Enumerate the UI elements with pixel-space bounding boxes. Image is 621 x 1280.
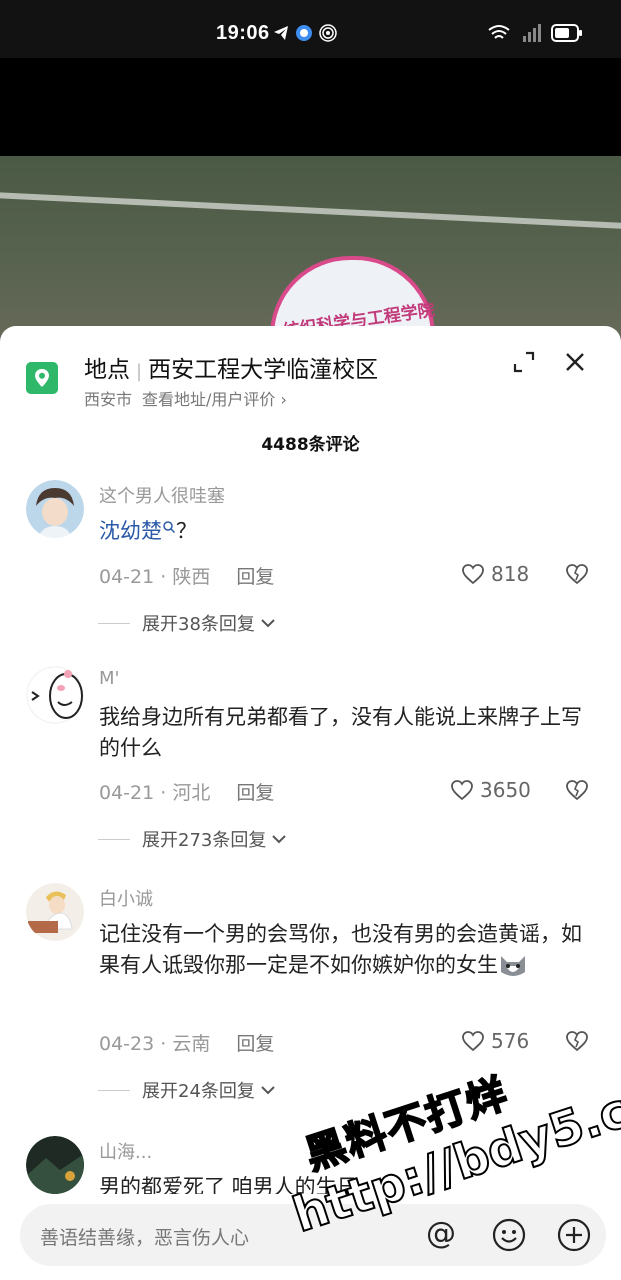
- view-address-link[interactable]: 查看地址/用户评价 ›: [142, 390, 287, 409]
- comments-count: 4488条评论: [261, 435, 360, 455]
- field-line: [0, 191, 621, 231]
- comment-text: 沈幼楚 ？: [99, 516, 589, 547]
- app-badge-icon: [296, 25, 312, 41]
- reply-button[interactable]: 回复: [236, 566, 274, 588]
- comment-username[interactable]: M': [99, 668, 119, 689]
- like-button[interactable]: 576: [461, 1029, 529, 1053]
- comment-username[interactable]: 这个男人很哇塞: [99, 482, 225, 508]
- telegram-icon: [274, 26, 288, 40]
- chevron-down-icon: [261, 1086, 275, 1095]
- wifi-icon: [488, 25, 510, 39]
- divider-dash: [98, 838, 130, 840]
- comment-username[interactable]: 白小诚: [99, 885, 153, 911]
- dislike-icon[interactable]: [565, 1029, 589, 1053]
- mention-at-icon[interactable]: @: [426, 1216, 456, 1251]
- expand-replies-label: 展开273条回复: [142, 830, 267, 851]
- location-city: 西安市: [84, 390, 133, 409]
- status-left-icons: [273, 24, 337, 42]
- divider-dash: [98, 622, 130, 624]
- expand-replies-label: 展开24条回复: [142, 1081, 255, 1102]
- close-icon[interactable]: [563, 350, 587, 374]
- expand-replies-label: 展开38条回复: [142, 614, 255, 635]
- comment-date: 04-21 · 陕西: [99, 566, 211, 588]
- comment-text-suffix: ？: [176, 519, 197, 543]
- cat-emoji-icon: [501, 956, 525, 976]
- hotspot-icon: [319, 24, 337, 42]
- heart-icon: [462, 564, 484, 585]
- like-button[interactable]: 3650: [450, 778, 531, 802]
- reply-button[interactable]: 回复: [236, 1033, 274, 1055]
- comment-date: 04-23 · 云南: [99, 1033, 211, 1055]
- dislike-icon[interactable]: [565, 778, 589, 802]
- battery-icon: [551, 24, 582, 42]
- comment-sheet: 地点 | 西安工程大学临潼校区 西安市 查看地址/用户评价 › 4488条评论 这个男…: [0, 326, 621, 1280]
- search-icon[interactable]: [162, 520, 176, 534]
- expand-replies[interactable]: 展开38条回复: [98, 610, 277, 636]
- add-icon[interactable]: [557, 1218, 591, 1252]
- divider-dash: [98, 1089, 130, 1091]
- location-pin-icon: [26, 362, 58, 394]
- like-button[interactable]: 818: [461, 562, 529, 586]
- comment-item: 白小诚 记住没有一个男的会骂你，也没有男的会造黄谣，如果有人诋毁你那一定是不如你…: [0, 883, 621, 1103]
- location-subtitle: 西安市 查看地址/用户评价 ›: [84, 386, 287, 410]
- avatar[interactable]: [26, 883, 84, 941]
- expand-icon[interactable]: [512, 350, 536, 374]
- comment-text: 男的都爱死了 咱男人的生日: [99, 1175, 358, 1194]
- mention-link[interactable]: 沈幼楚: [99, 519, 162, 543]
- like-count: 818: [491, 562, 530, 586]
- location-label: 地点: [84, 357, 130, 383]
- comment-meta: 04-21 · 河北 回复: [99, 778, 274, 805]
- avatar[interactable]: [26, 666, 84, 724]
- status-time: 19:06: [216, 22, 270, 44]
- reply-button[interactable]: 回复: [236, 782, 274, 804]
- video-player[interactable]: 纺织科学与工程学院: [0, 58, 621, 356]
- comment-input-placeholder[interactable]: 善语结善缘，恶言伤人心: [40, 1223, 249, 1250]
- comment-meta: 04-23 · 云南 回复: [99, 1029, 274, 1056]
- status-bar: 19:06: [0, 0, 621, 58]
- comment-date: 04-21 · 河北: [99, 782, 211, 804]
- location-title: 地点 | 西安工程大学临潼校区: [84, 350, 378, 384]
- chevron-down-icon: [261, 619, 275, 628]
- comment-item: 山海... 男的都爱死了 咱男人的生日: [0, 1136, 621, 1196]
- like-count: 576: [491, 1029, 530, 1053]
- signal-icon: [523, 24, 541, 42]
- like-count: 3650: [480, 778, 531, 802]
- location-name: 西安工程大学临潼校区: [148, 357, 379, 383]
- comment-input-bar[interactable]: 善语结善缘，恶言伤人心 @: [20, 1204, 606, 1266]
- avatar[interactable]: [26, 480, 84, 538]
- expand-replies[interactable]: 展开24条回复: [98, 1077, 277, 1103]
- comment-username[interactable]: 山海...: [99, 1138, 152, 1164]
- comment-text: 记住没有一个男的会骂你，也没有男的会造黄谣，如果有人诋毁你那一定是不如你嫉妒你的…: [99, 919, 589, 981]
- comment-item: 这个男人很哇塞 沈幼楚 ？ 04-21 · 陕西 回复 818 展开38条回复: [0, 480, 621, 640]
- heart-icon: [451, 780, 473, 801]
- comment-item: M' 我给身边所有兄弟都看了，没有人能说上来牌子上写的什么 04-21 · 河北…: [0, 666, 621, 856]
- comment-text: 我给身边所有兄弟都看了，没有人能说上来牌子上写的什么: [99, 705, 582, 760]
- expand-replies[interactable]: 展开273条回复: [98, 826, 288, 852]
- comment-meta: 04-21 · 陕西 回复: [99, 562, 274, 589]
- avatar[interactable]: [26, 1136, 84, 1194]
- location-separator: |: [136, 361, 143, 382]
- heart-icon: [462, 1031, 484, 1052]
- emoji-icon[interactable]: [492, 1218, 526, 1252]
- status-right-icons: [487, 24, 583, 42]
- chevron-down-icon: [272, 835, 287, 844]
- dislike-icon[interactable]: [565, 562, 589, 586]
